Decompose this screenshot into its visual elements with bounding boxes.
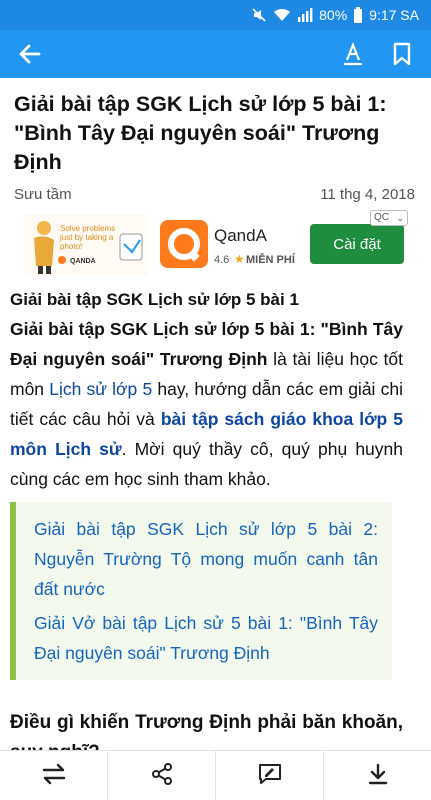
download-icon	[366, 762, 390, 791]
app-bar	[0, 30, 431, 78]
qanda-app-icon[interactable]	[160, 220, 208, 268]
install-button[interactable]: Cài đặt	[310, 224, 404, 264]
related-link[interactable]: Giải bài tập SGK Lịch sử lớp 5 bài 2: Ng…	[34, 514, 378, 604]
status-bar: 80% 9:17 SA	[0, 0, 431, 30]
article-intro: Giải bài tập SGK Lịch sử lớp 5 bài 1: "B…	[10, 314, 403, 494]
star-icon: ★	[234, 252, 245, 266]
ad-banner-image[interactable]: Solve problems just by taking a photo! Q…	[24, 214, 148, 276]
article-date: 11 thg 4, 2018	[320, 186, 415, 203]
share-button[interactable]	[108, 751, 216, 800]
comment-icon	[257, 762, 283, 791]
bottom-toolbar	[0, 750, 431, 800]
bookmark-icon[interactable]	[388, 40, 416, 68]
swap-button[interactable]	[0, 751, 108, 800]
clock: 9:17 SA	[369, 7, 419, 23]
signal-icon	[297, 7, 313, 23]
ad-badge-label: QC	[374, 212, 389, 223]
section-heading: Điều gì khiến Trương Định phải băn khoăn…	[10, 712, 403, 750]
article-content[interactable]: Giải bài tập SGK Lịch sử lớp 5 bài 1: "B…	[0, 78, 431, 750]
comment-button[interactable]	[216, 751, 324, 800]
back-arrow-icon[interactable]	[14, 40, 44, 68]
download-button[interactable]	[324, 751, 431, 800]
chevron-down-icon: ⌄	[396, 213, 404, 223]
article-subheading: Giải bài tập SGK Lịch sử lớp 5 bài 1	[10, 290, 299, 309]
related-link[interactable]: Giải Vở bài tập Lịch sử 5 bài 1: "Bình T…	[34, 608, 378, 668]
article-source: Sưu tầm	[14, 186, 72, 203]
battery-percent: 80%	[319, 7, 348, 23]
swap-icon	[41, 763, 67, 790]
link-lich-su-lop-5[interactable]: Lịch sử lớp 5	[49, 379, 152, 399]
ad-banner-brand: QANDA	[70, 258, 96, 265]
font-size-icon[interactable]	[338, 40, 368, 68]
ad-unit[interactable]: Solve problems just by taking a photo! Q…	[24, 210, 408, 278]
wifi-icon	[273, 7, 291, 23]
ad-price: MIỄN PHÍ	[246, 254, 295, 266]
mute-icon	[251, 7, 267, 23]
ad-choices-badge[interactable]: QC ⌄	[370, 210, 408, 226]
ad-banner-text: Solve problems just by taking a photo!	[60, 224, 116, 251]
related-articles-box: Giải bài tập SGK Lịch sử lớp 5 bài 2: Ng…	[10, 502, 392, 680]
battery-icon	[353, 7, 363, 23]
share-icon	[150, 762, 174, 791]
article-title: Giải bài tập SGK Lịch sử lớp 5 bài 1: "B…	[14, 92, 387, 174]
ad-app-name: QandA	[214, 226, 267, 245]
ad-rating: 4.6	[214, 254, 230, 266]
